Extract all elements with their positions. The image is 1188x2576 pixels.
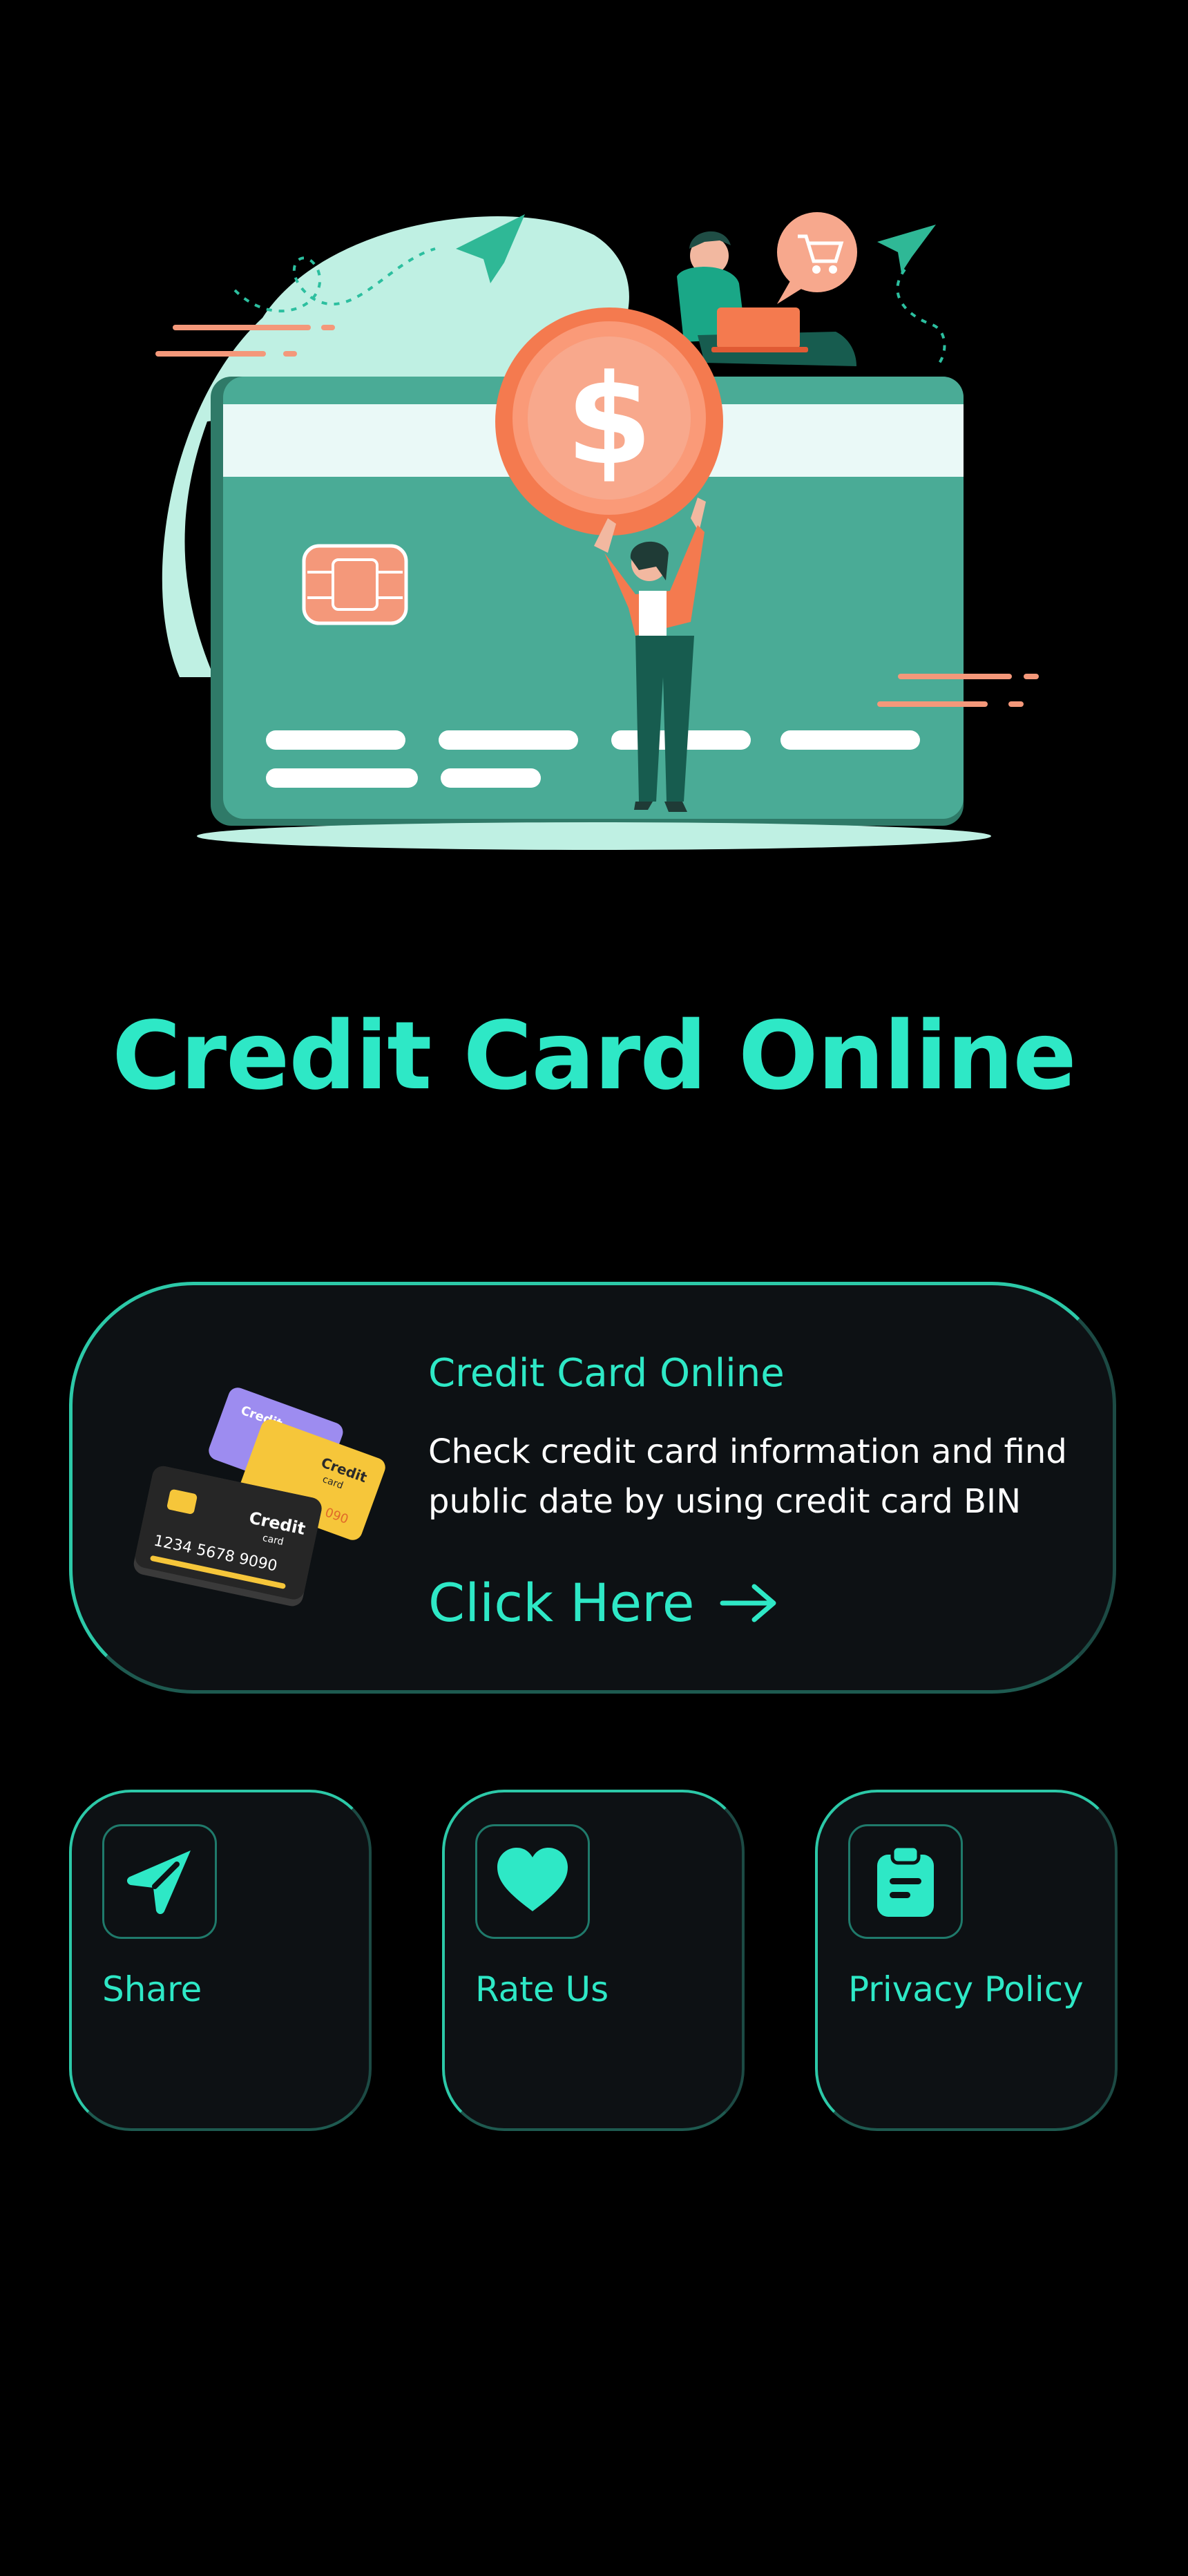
card-description: Check credit card information and find p… bbox=[428, 1432, 1067, 1521]
card-title: Credit Card Online bbox=[428, 1351, 785, 1396]
send-icon bbox=[126, 1850, 191, 1915]
share-label: Share bbox=[102, 1969, 202, 2009]
rate-us-icon-box bbox=[475, 1824, 590, 1939]
share-tile[interactable]: Share bbox=[69, 1790, 372, 2131]
click-here-button[interactable]: Click Here bbox=[428, 1572, 778, 1633]
hero-illustration: $ bbox=[152, 193, 1050, 871]
privacy-policy-icon-box bbox=[848, 1824, 963, 1939]
stacked-credit-cards-illustration: Credit Credit card 090 Credit card 1234 … bbox=[114, 1368, 390, 1617]
share-icon-box bbox=[102, 1824, 217, 1939]
arrow-right-icon bbox=[720, 1582, 778, 1624]
app-title: Credit Card Online bbox=[112, 1002, 1077, 1111]
heart-icon bbox=[497, 1848, 568, 1911]
clipboard-icon bbox=[877, 1844, 934, 1917]
privacy-policy-tile[interactable]: Privacy Policy bbox=[815, 1790, 1118, 2131]
rate-us-label: Rate Us bbox=[475, 1969, 609, 2009]
credit-card-online-card[interactable]: Credit Credit card 090 Credit card 1234 … bbox=[69, 1282, 1116, 1694]
svg-text:$: $ bbox=[566, 348, 652, 493]
privacy-policy-label: Privacy Policy bbox=[848, 1969, 1084, 2009]
rate-us-tile[interactable]: Rate Us bbox=[442, 1790, 745, 2131]
click-here-label: Click Here bbox=[428, 1572, 695, 1633]
